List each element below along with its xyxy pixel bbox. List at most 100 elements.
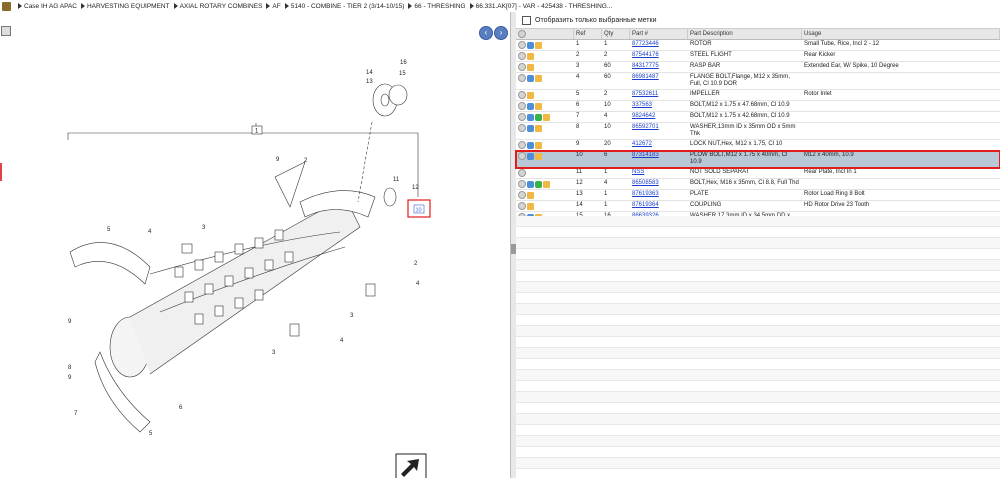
- add-to-cart-icon[interactable]: [518, 91, 526, 99]
- add-to-cart-icon[interactable]: [518, 52, 526, 60]
- table-row[interactable]: 12 4 86508583 BOLT,Hex, M16 x 35mm, Cl 8.8,…: [516, 179, 1000, 190]
- replacement-icon[interactable]: [527, 113, 534, 121]
- table-row[interactable]: 3 60 84317775 RASP BAR Extended Ear, W/ Spik…: [516, 62, 1000, 73]
- part-number-link[interactable]: 87619364: [632, 202, 659, 208]
- part-number-link[interactable]: 87619363: [632, 191, 659, 197]
- home-icon[interactable]: [2, 1, 11, 11]
- add-to-cart-icon[interactable]: [518, 180, 526, 188]
- package-icon[interactable]: [535, 74, 542, 82]
- column-header-part[interactable]: Part #: [630, 29, 688, 39]
- table-row[interactable]: 14 1 87619364 COUPLING HD Rotor Drive 23 Too…: [516, 201, 1000, 212]
- part-number-link[interactable]: 337563: [632, 102, 652, 108]
- description-cell: PLOW BOLT,M12 x 1.75 x 40mm, Cl 10.9: [690, 152, 788, 165]
- table-row[interactable]: 8 10 86592701 WASHER,13mm ID x 35mm OD x 5m…: [516, 123, 1000, 140]
- replacement-icon[interactable]: [527, 41, 534, 49]
- ref-cell-wrapper: 7: [574, 112, 602, 121]
- part-number-link[interactable]: 9824642: [632, 113, 655, 119]
- alternate-icon[interactable]: [535, 113, 542, 121]
- package-icon[interactable]: [527, 91, 534, 99]
- part-number-link[interactable]: 86508583: [632, 180, 659, 186]
- usage-cell-wrapper: Rotor Inlet: [802, 90, 1000, 99]
- breadcrumb-item[interactable]: 66 - THRESHING: [414, 3, 465, 10]
- replacement-icon[interactable]: [527, 180, 534, 188]
- part-number-link[interactable]: 87532611: [632, 91, 658, 97]
- breadcrumb-item[interactable]: 5140 - COMBINE - TIER 2 (3/14-10/15): [291, 3, 405, 10]
- column-header-description[interactable]: Part Description: [688, 29, 802, 39]
- table-row[interactable]: 9 20 412672 LOCK NUT,Hex, M12 x 1.75, Cl 10: [516, 140, 1000, 151]
- qty-cell: 1: [604, 202, 608, 208]
- usage-cell-wrapper: [802, 73, 1000, 75]
- select-all-column-header[interactable]: [516, 29, 574, 39]
- part-number-link[interactable]: 87544176: [632, 52, 659, 58]
- table-row-selected[interactable]: 10 6 87314183 PLOW BOLT,M12 x 1.75 x 40mm, …: [515, 150, 1000, 169]
- table-row[interactable]: 4 60 86981487 FLANGE BOLT,Flange, M12 x 35m…: [516, 73, 1000, 90]
- exploded-view-drawing: 1 2 2 3 3 3 4 4 4 5 5 6 7 8 9 9 9 11 12 …: [67, 60, 431, 478]
- package-icon[interactable]: [543, 113, 550, 121]
- replacement-icon[interactable]: [527, 152, 534, 160]
- column-header-ref[interactable]: Ref: [574, 29, 602, 39]
- table-row[interactable]: 6 10 337563 BOLT,M12 x 1.75 x 47.68mm, Cl 1…: [516, 101, 1000, 112]
- breadcrumb-item[interactable]: 66.331.AK[07] - VAR - 425438 - THRESHING…: [476, 3, 613, 10]
- part-number-link[interactable]: 84317775: [632, 63, 659, 69]
- table-row[interactable]: 2 2 87544176 STEEL FLIGHT Rear Kicker: [516, 51, 1000, 62]
- empty-row: [516, 403, 1000, 414]
- expand-all-icon[interactable]: [518, 30, 526, 38]
- replacement-icon[interactable]: [527, 74, 534, 82]
- column-header-qty[interactable]: Qty: [602, 29, 630, 39]
- empty-row: [516, 359, 1000, 370]
- empty-row: [516, 447, 1000, 458]
- description-cell-wrapper: WASHER,13mm ID x 35mm OD x 5mm Thk: [688, 123, 802, 139]
- table-row[interactable]: 5 2 87532611 IMPELLER Rotor Inlet: [516, 90, 1000, 101]
- part-number-link-wrapper: 337563: [630, 101, 688, 110]
- add-to-cart-icon[interactable]: [518, 141, 526, 149]
- package-icon[interactable]: [535, 141, 542, 149]
- part-number-link[interactable]: 86981487: [632, 74, 659, 80]
- part-number-link[interactable]: 86592701: [632, 124, 659, 130]
- table-row[interactable]: 11 1 NSS NOT SOLD SEPARAT Rear Plate, Incl I…: [516, 168, 1000, 179]
- table-row[interactable]: 13 1 87619363 PLATE Rotor Load Ring 8 Bolt: [516, 190, 1000, 201]
- add-to-cart-icon[interactable]: [518, 202, 526, 210]
- add-to-cart-icon[interactable]: [518, 74, 526, 82]
- description-cell-wrapper: FLANGE BOLT,Flange, M12 x 35mm, Full, Cl…: [688, 73, 802, 89]
- ref-cell: 9: [576, 141, 580, 147]
- chevron-right-icon: [18, 3, 22, 9]
- add-to-cart-icon[interactable]: [518, 152, 526, 160]
- table-row[interactable]: 7 4 9824642 BOLT,M12 x 1.75 x 42.68mm, Cl 1…: [516, 112, 1000, 123]
- add-to-cart-icon[interactable]: [518, 41, 526, 49]
- package-icon[interactable]: [527, 63, 534, 71]
- table-row[interactable]: 1 1 87723446 ROTOR Small Tube, Rice, Incl 2 …: [516, 40, 1000, 51]
- add-to-cart-icon[interactable]: [518, 102, 526, 110]
- package-icon[interactable]: [527, 52, 534, 60]
- column-header-usage[interactable]: Usage: [802, 29, 1000, 39]
- replacement-icon[interactable]: [527, 141, 534, 149]
- callout-label: 3: [272, 350, 276, 356]
- replacement-icon[interactable]: [527, 124, 534, 132]
- show-selected-checkbox[interactable]: [522, 15, 531, 25]
- part-number-link-wrapper: 86508583: [630, 179, 688, 188]
- empty-row: [516, 425, 1000, 436]
- package-icon[interactable]: [543, 180, 550, 188]
- replacement-icon[interactable]: [527, 102, 534, 110]
- package-icon[interactable]: [535, 41, 542, 49]
- part-number-link[interactable]: 87314183: [632, 152, 659, 158]
- package-icon[interactable]: [527, 191, 534, 199]
- breadcrumb-item[interactable]: Case IH AG APAC: [24, 3, 77, 10]
- add-to-cart-icon[interactable]: [518, 191, 526, 199]
- part-number-link[interactable]: NSS: [632, 169, 644, 175]
- breadcrumb-item[interactable]: AF: [272, 3, 280, 10]
- add-to-cart-icon[interactable]: [518, 113, 526, 121]
- part-number-link[interactable]: 87723446: [632, 41, 659, 47]
- package-icon[interactable]: [535, 124, 542, 132]
- package-icon[interactable]: [527, 202, 534, 210]
- alternate-icon[interactable]: [535, 180, 542, 188]
- add-to-cart-icon[interactable]: [518, 124, 526, 132]
- breadcrumb-item[interactable]: AXIAL ROTARY COMBINES: [180, 3, 263, 10]
- package-icon[interactable]: [535, 102, 542, 110]
- usage-cell: Extended Ear, W/ Spike, 10 Degree: [804, 63, 899, 69]
- add-to-cart-icon[interactable]: [518, 169, 526, 177]
- part-number-link[interactable]: 412672: [632, 141, 652, 147]
- package-icon[interactable]: [535, 152, 542, 160]
- add-to-cart-icon[interactable]: [518, 63, 526, 71]
- breadcrumb-item[interactable]: HARVESTING EQUIPMENT: [87, 3, 170, 10]
- parts-diagram-panel[interactable]: ‹ › 1 2 2 3 3 3 4 4 4 5 5 6 7 8 9 9 9 11…: [0, 12, 510, 478]
